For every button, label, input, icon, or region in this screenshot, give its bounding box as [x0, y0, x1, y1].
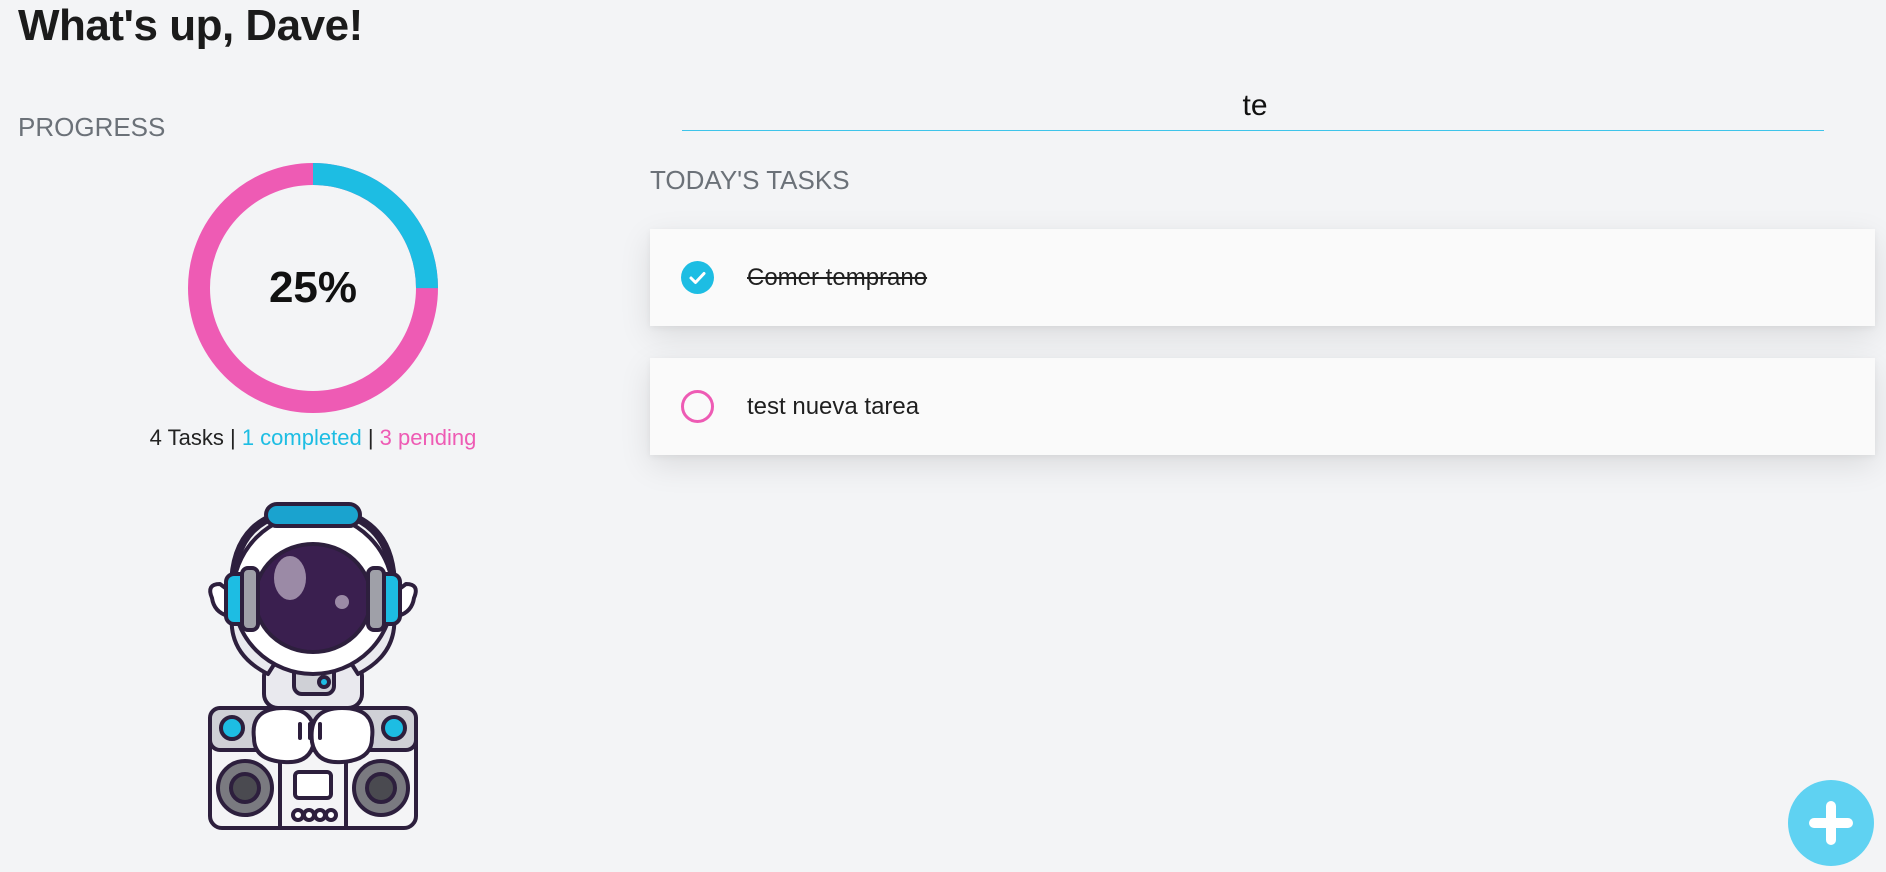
task-label: Comer temprano [747, 264, 928, 291]
check-circle-icon[interactable] [681, 261, 714, 294]
stats-separator: | [367, 425, 374, 450]
add-task-button[interactable] [1788, 780, 1874, 866]
pending-count: 3 pending [379, 425, 477, 450]
astronaut-dj-illustration [182, 502, 444, 832]
completed-count: 1 completed [241, 425, 362, 450]
plus-icon [1809, 801, 1853, 845]
total-tasks-count: 4 Tasks [149, 425, 224, 450]
tasks-section-title: TODAY'S TASKS [650, 165, 850, 195]
search-field[interactable] [682, 82, 1828, 131]
progress-donut-chart: 25% [188, 163, 438, 413]
page-title: What's up, Dave! [18, 1, 363, 50]
stats-separator: | [229, 425, 236, 450]
task-stats: 4 Tasks | 1 completed | 3 pending [80, 424, 546, 452]
task-label: test nueva tarea [747, 393, 920, 420]
progress-percent: 25% [268, 263, 358, 312]
empty-circle-icon[interactable] [681, 390, 714, 423]
task-item[interactable]: test nueva tarea [650, 358, 1875, 455]
task-item[interactable]: Comer temprano [650, 229, 1875, 326]
search-input[interactable] [682, 82, 1828, 130]
progress-section-title: PROGRESS [18, 112, 166, 142]
